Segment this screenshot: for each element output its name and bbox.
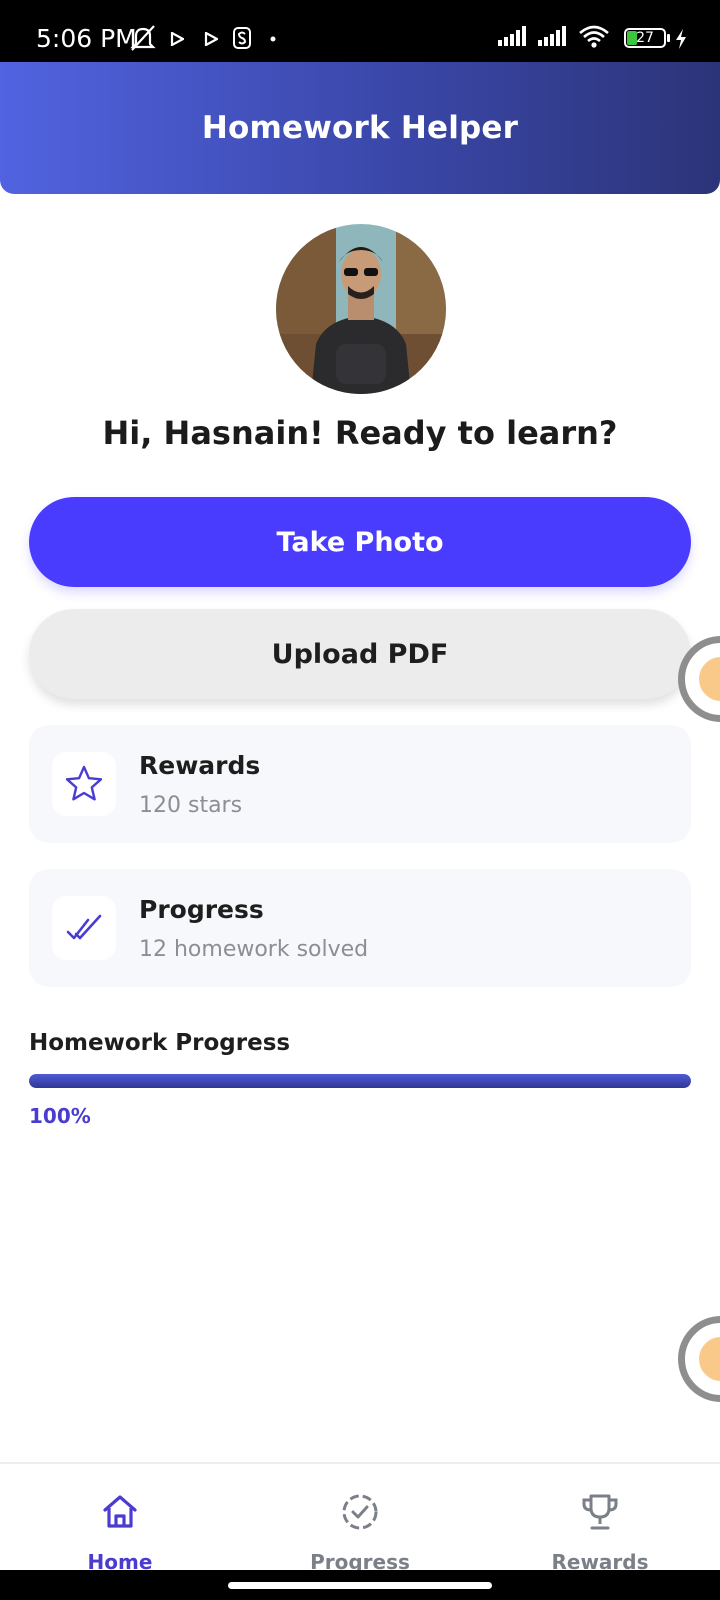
rewards-card[interactable]: Rewards 120 stars xyxy=(29,725,691,843)
profile-photo xyxy=(276,224,446,394)
nav-item-progress[interactable]: Progress xyxy=(240,1464,480,1574)
progress-icon xyxy=(342,1494,378,1530)
status-time: 5:06 PM xyxy=(36,24,137,53)
floating-bubble-icon xyxy=(699,657,720,701)
play-icon xyxy=(204,32,218,46)
homework-progress-label: Homework Progress xyxy=(29,1030,291,1056)
dot-icon xyxy=(270,36,276,42)
play-icon xyxy=(170,32,184,46)
floating-bubble-icon xyxy=(699,1337,720,1381)
signal-icon xyxy=(538,26,566,46)
take-photo-button[interactable]: Take Photo xyxy=(29,497,691,587)
rewards-card-subtitle: 120 stars xyxy=(139,793,243,818)
app-title: Homework Helper xyxy=(201,110,519,146)
progress-card-icon-box xyxy=(52,896,116,960)
nav-item-home[interactable]: Home xyxy=(0,1464,240,1574)
battery-tip xyxy=(667,34,670,42)
homework-progress-bar xyxy=(29,1074,691,1088)
nav-item-rewards[interactable]: Rewards xyxy=(480,1464,720,1574)
screen: 5:06 PM 27 Homework Helper Hi, Hasnain! … xyxy=(0,0,720,1600)
rewards-card-title: Rewards xyxy=(139,751,261,780)
greeting-text: Hi, Hasnain! Ready to learn? xyxy=(102,414,618,452)
bell-off-icon xyxy=(130,25,156,51)
trophy-icon xyxy=(582,1494,618,1530)
wifi-icon xyxy=(579,25,609,48)
bottom-nav: Home Progress Rewards xyxy=(0,1462,720,1574)
battery-icon: 27 xyxy=(624,28,666,48)
homework-progress-percent: 100% xyxy=(29,1104,91,1128)
charging-icon xyxy=(676,29,686,49)
double-check-icon xyxy=(66,914,102,940)
rewards-card-icon-box xyxy=(52,752,116,816)
signal-icon xyxy=(498,26,526,46)
s-icon xyxy=(233,27,251,49)
homework-progress-fill xyxy=(29,1074,691,1088)
status-bar: 5:06 PM 27 xyxy=(0,0,720,62)
upload-pdf-button[interactable]: Upload PDF xyxy=(29,609,691,699)
battery-level: 27 xyxy=(636,30,654,46)
floating-assistant-bubble[interactable] xyxy=(678,1316,720,1402)
progress-card-subtitle: 12 homework solved xyxy=(139,937,369,962)
home-gesture-handle[interactable] xyxy=(228,1582,492,1589)
app-header: Homework Helper xyxy=(0,62,720,194)
progress-card[interactable]: Progress 12 homework solved xyxy=(29,869,691,987)
home-icon xyxy=(103,1495,137,1528)
star-icon xyxy=(65,765,103,801)
progress-card-title: Progress xyxy=(139,895,264,924)
avatar[interactable] xyxy=(276,224,446,394)
gesture-bar xyxy=(0,1570,720,1600)
